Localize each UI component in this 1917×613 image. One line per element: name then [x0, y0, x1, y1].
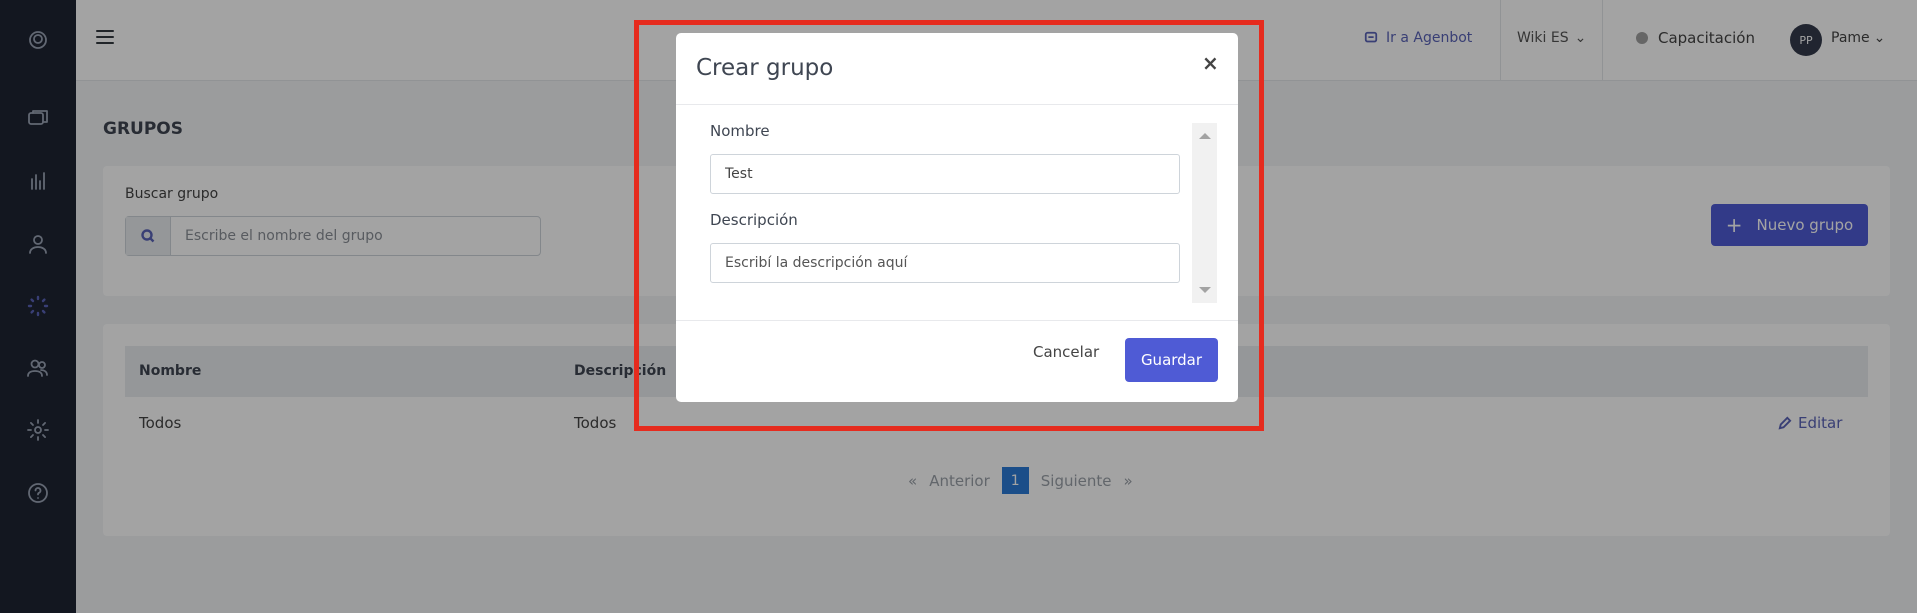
cancel-button[interactable]: Cancelar: [1033, 343, 1099, 361]
scroll-down-icon[interactable]: [1199, 287, 1211, 293]
scroll-up-icon[interactable]: [1199, 133, 1211, 139]
create-group-modal: Crear grupo × Nombre Descripción Cancela…: [676, 33, 1238, 402]
save-button[interactable]: Guardar: [1125, 338, 1218, 382]
divider: [676, 320, 1238, 321]
description-field[interactable]: [710, 243, 1180, 283]
close-icon[interactable]: ×: [1202, 51, 1219, 75]
modal-scrollbar[interactable]: [1192, 123, 1217, 303]
name-field[interactable]: [710, 154, 1180, 194]
modal-title: Crear grupo: [696, 55, 834, 81]
divider: [676, 104, 1238, 105]
name-label: Nombre: [710, 122, 770, 140]
description-label: Descripción: [710, 211, 798, 229]
